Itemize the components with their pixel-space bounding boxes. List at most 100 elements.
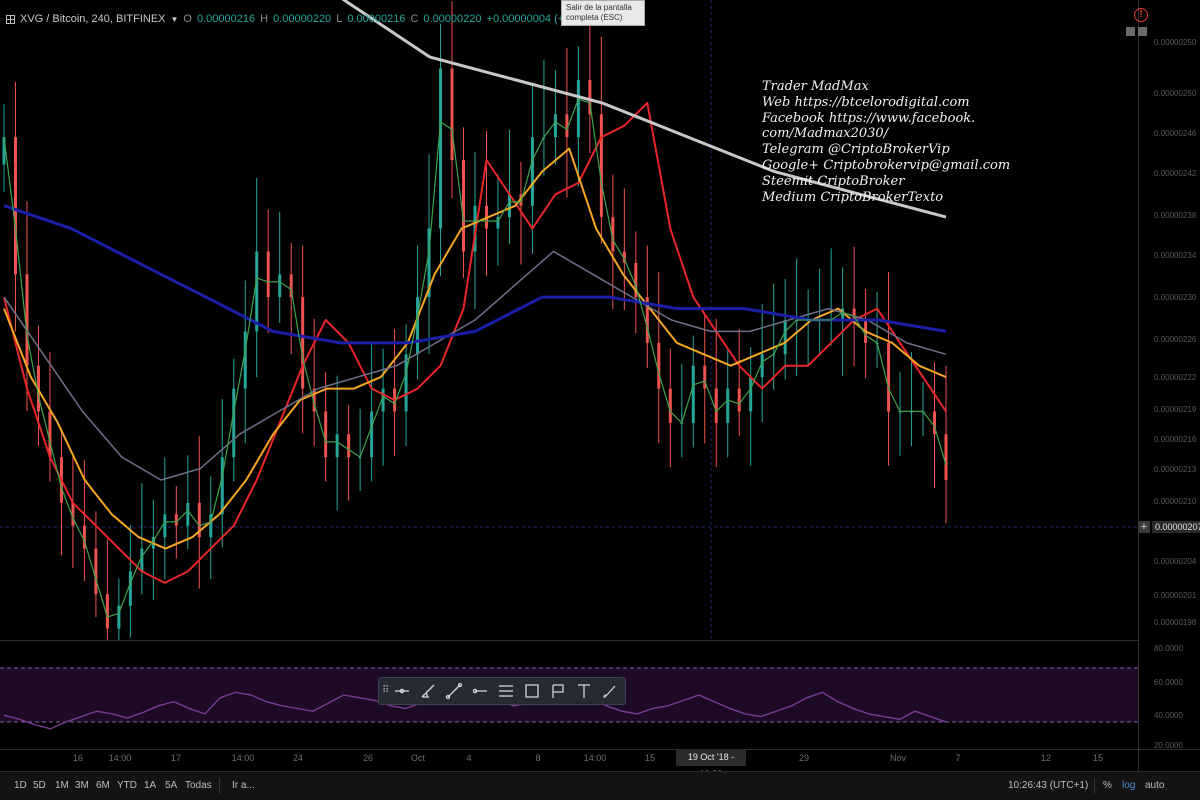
range-button-5d[interactable]: 5D xyxy=(33,780,46,791)
flag-icon[interactable] xyxy=(546,680,570,702)
price-tick-label: 0.00000230 xyxy=(1154,293,1197,302)
log-scale-toggle[interactable]: log xyxy=(1122,780,1135,791)
drawing-toolbar: ⠿ xyxy=(378,677,626,705)
time-tick-label: 15 xyxy=(1092,753,1104,763)
bottom-toolbar: 1D 5D 1M 3M 6M YTD 1A 5A Todas Ir a... 10:26:43 … xyxy=(0,771,1200,800)
alert-icon[interactable]: ! xyxy=(1134,8,1148,22)
time-tick-label: 17 xyxy=(170,753,182,763)
price-tick-label: 0.00000234 xyxy=(1154,251,1197,260)
brush-icon[interactable] xyxy=(598,680,622,702)
candle-body xyxy=(657,342,661,389)
close-pane-icon[interactable] xyxy=(1138,27,1147,36)
info-line: Steemit CriptoBroker xyxy=(762,173,905,189)
auto-scale-toggle[interactable]: auto xyxy=(1145,780,1164,791)
price-tick-label: 0.00000201 xyxy=(1154,591,1197,600)
maximize-pane-icon[interactable] xyxy=(1126,27,1135,36)
candle-body xyxy=(553,114,557,138)
tooltip-line-1: Salir de la pantalla xyxy=(566,3,632,12)
rectangle-icon[interactable] xyxy=(520,680,544,702)
candle-body xyxy=(507,194,511,218)
candle-body xyxy=(887,342,891,412)
range-button-3m[interactable]: 3M xyxy=(75,780,89,791)
time-tick-label: Nov xyxy=(889,753,907,763)
separator xyxy=(219,778,220,794)
trend-angle-icon[interactable] xyxy=(416,680,440,702)
rsi-tick-label: 80.0000 xyxy=(1154,644,1183,653)
time-tick-label: 15 xyxy=(644,753,656,763)
candle-body xyxy=(186,502,190,526)
time-tick-label: 16 xyxy=(72,753,84,763)
close-key: C xyxy=(410,13,419,25)
candle-body xyxy=(48,411,52,458)
open-key: O xyxy=(183,13,192,25)
candle-body xyxy=(163,514,167,538)
candle-body xyxy=(335,434,339,458)
price-tick-label: 0.00000213 xyxy=(1154,465,1197,474)
time-tick-label: 8 xyxy=(535,753,541,763)
price-tick-label: 0.00000210 xyxy=(1154,497,1197,506)
parallel-channel-icon[interactable] xyxy=(494,680,518,702)
info-line: Google+ Criptobrokervip@gmail.com xyxy=(762,157,1011,173)
author-info-text: Trader MadMax Web https://btcelorodigital… xyxy=(762,79,1010,205)
low-value: 0.00000216 xyxy=(347,13,406,25)
info-line: Web https://btcelorodigital.com xyxy=(762,94,970,110)
candle-body xyxy=(128,571,132,606)
range-button-6m[interactable]: 6M xyxy=(96,780,110,791)
candle-body xyxy=(599,114,603,218)
range-button-todas[interactable]: Todas xyxy=(185,780,212,791)
collapse-icon[interactable] xyxy=(6,14,15,24)
horizontal-ray-icon[interactable] xyxy=(468,680,492,702)
range-button-5a[interactable]: 5A xyxy=(165,780,177,791)
high-value: 0.00000220 xyxy=(273,13,332,25)
info-line: com/Madmax2030/ xyxy=(762,126,889,142)
trend-line-icon[interactable] xyxy=(442,680,466,702)
goto-date-button[interactable]: Ir a... xyxy=(232,780,255,791)
candle-body xyxy=(737,388,741,412)
candle-body xyxy=(576,80,580,138)
chart-area[interactable]: XVG / Bitcoin, 240, BITFINEX ▼ O 0.00000… xyxy=(0,0,1200,800)
candle-body xyxy=(450,68,454,160)
range-button-1m[interactable]: 1M xyxy=(55,780,69,791)
candle-body xyxy=(370,411,374,458)
symbol-name[interactable]: XVG / Bitcoin, 240, BITFINEX xyxy=(20,13,166,25)
price-tick-label: 0.00000219 xyxy=(1154,405,1197,414)
candle-body xyxy=(416,297,420,355)
info-line: Facebook https://www.facebook. xyxy=(762,110,976,126)
time-tick-label: 29 xyxy=(798,753,810,763)
add-price-icon[interactable]: + xyxy=(1138,521,1150,533)
info-line: Medium CriptoBrokerTexto xyxy=(762,189,944,205)
candle-body xyxy=(301,297,305,389)
time-tick-label: 14:00 xyxy=(231,753,255,763)
cursor-time-label: 19 Oct '18 - 10:00 xyxy=(676,749,746,779)
candle-body xyxy=(347,434,351,458)
info-line: Telegram @CriptoBrokerVip xyxy=(762,142,950,158)
candle-body xyxy=(105,594,109,629)
candle-body xyxy=(749,377,753,412)
clock[interactable]: 10:26:43 (UTC+1) xyxy=(1008,780,1088,791)
rsi-tick-label: 60.0000 xyxy=(1154,678,1183,687)
chart-legend: XVG / Bitcoin, 240, BITFINEX ▼ O 0.00000… xyxy=(6,11,599,27)
price-tick-label: 0.00000198 xyxy=(1154,618,1197,627)
range-button-1a[interactable]: 1A xyxy=(144,780,156,791)
drag-handle-icon[interactable]: ⠿ xyxy=(382,684,389,698)
candle-body xyxy=(714,388,718,423)
info-line: Trader MadMax xyxy=(762,79,869,94)
candle-body xyxy=(726,388,730,423)
range-button-ytd[interactable]: YTD xyxy=(117,780,137,791)
price-tick-label: 0.00000250 xyxy=(1154,89,1197,98)
pane-controls xyxy=(1126,27,1147,36)
range-button-1d[interactable]: 1D xyxy=(14,780,27,791)
chevron-down-icon[interactable]: ▼ xyxy=(171,15,179,24)
text-icon[interactable] xyxy=(572,680,596,702)
horizontal-line-icon[interactable] xyxy=(390,680,414,702)
separator xyxy=(1094,778,1095,794)
time-tick-label: 14:00 xyxy=(108,753,132,763)
time-tick-label: 24 xyxy=(292,753,304,763)
time-tick-label: 7 xyxy=(955,753,961,763)
candle-body xyxy=(691,365,695,423)
candle-body xyxy=(324,411,328,458)
candle-body xyxy=(13,137,17,275)
percent-scale-toggle[interactable]: % xyxy=(1103,780,1112,791)
close-value: 0.00000220 xyxy=(423,13,482,25)
price-tick-label: 0.00000226 xyxy=(1154,335,1197,344)
